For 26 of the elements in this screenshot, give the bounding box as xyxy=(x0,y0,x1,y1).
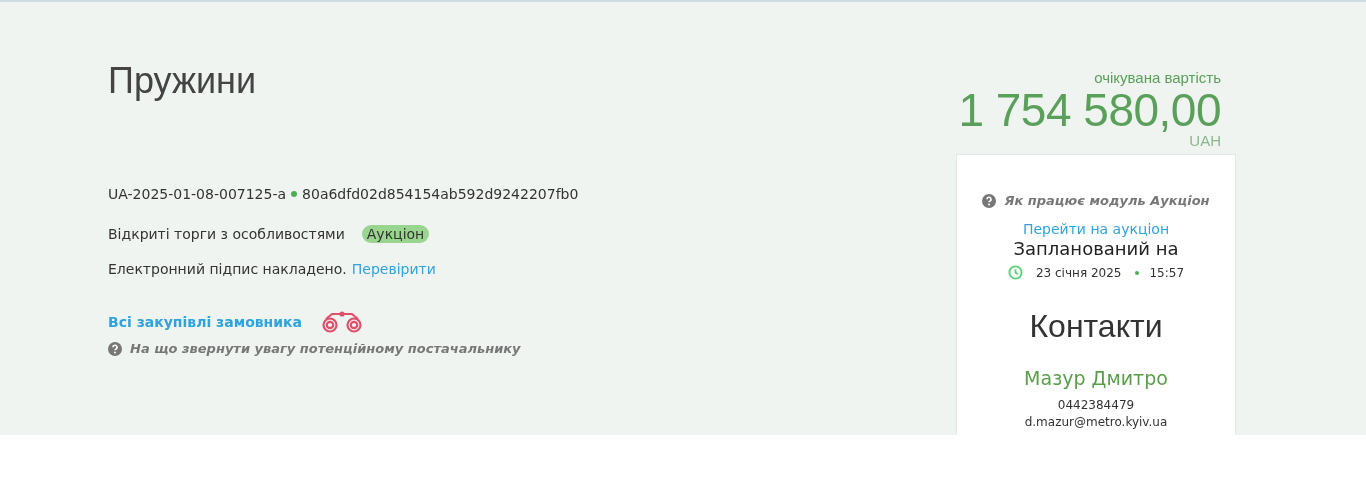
contacts-heading: Контакти xyxy=(1029,308,1163,345)
contact-name: Мазур Дмитро xyxy=(1024,367,1168,389)
contact-email: d.mazur@metro.kyiv.ua xyxy=(1024,414,1168,431)
separator-dot-icon xyxy=(291,191,298,197)
supplier-hint[interactable]: На що звернути увагу потенційному постачальнику xyxy=(130,341,521,356)
procedure-type: Відкриті торги з особливостями xyxy=(108,226,345,242)
auction-help-link[interactable]: Як працює модуль Аукціон xyxy=(1004,193,1210,208)
signature-status: Електронний підпис накладено. xyxy=(108,261,347,277)
buyer-purchases-link[interactable]: Всі закупівлі замовника xyxy=(108,314,303,330)
expected-value-label: очікувана вартість xyxy=(1094,70,1221,85)
clock-icon xyxy=(1007,265,1023,280)
currency-label: UAH xyxy=(1189,133,1221,148)
help-icon xyxy=(108,341,122,356)
go-to-auction-link[interactable]: Перейти на аукціон xyxy=(1022,221,1170,237)
tender-hash: 80a6dfd02d854154ab592d9242207fb0 xyxy=(302,186,579,202)
verify-link[interactable]: Перевірити xyxy=(351,261,436,277)
auction-tag: Аукціон xyxy=(361,225,430,243)
auction-date: 23 січня 2025 xyxy=(1035,265,1122,280)
tender-title: Пружини xyxy=(108,60,258,102)
contact-phone: 0442384479 xyxy=(1057,397,1135,414)
help-icon xyxy=(982,193,997,208)
separator-dot-icon xyxy=(1135,270,1140,275)
expected-value-amount: 1 754 580,00 xyxy=(958,87,1221,133)
auction-time: 15:57 xyxy=(1149,265,1185,280)
tender-id: UA-2025-01-08-007125-a xyxy=(108,186,287,202)
scheduled-label: Запланований на xyxy=(1013,238,1179,259)
